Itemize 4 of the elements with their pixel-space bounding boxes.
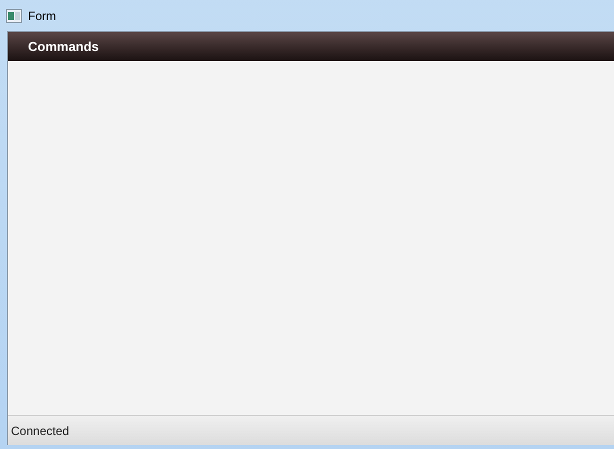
window-title: Form [28, 8, 56, 24]
header-title: Commands [28, 38, 99, 56]
window-icon [6, 8, 22, 22]
status-text: Connected [11, 422, 70, 440]
